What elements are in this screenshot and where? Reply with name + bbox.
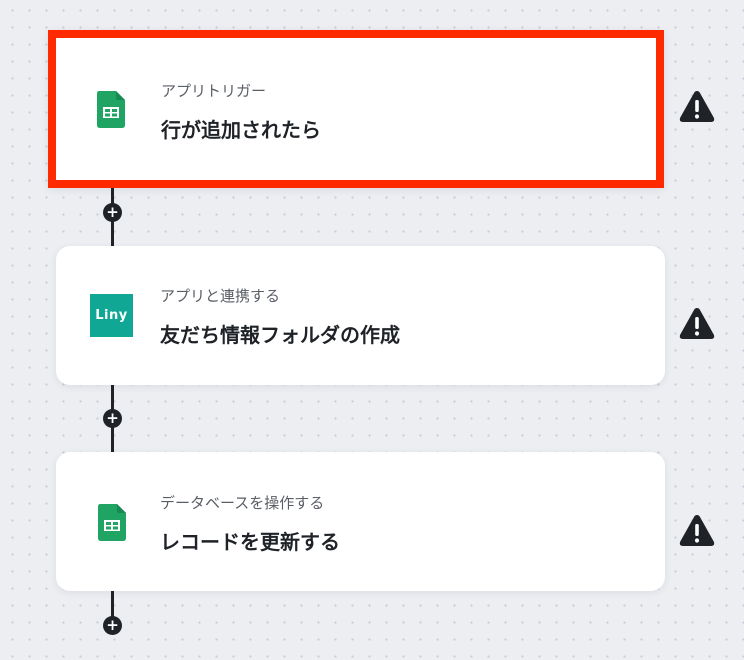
warning-triangle-icon[interactable] [678, 306, 716, 341]
add-step-button[interactable]: + [103, 616, 122, 635]
step-subtitle: データベースを操作する [160, 494, 325, 512]
step-subtitle: アプリトリガー [161, 82, 267, 100]
step-card-database[interactable]: データベースを操作する レコードを更新する [56, 452, 665, 591]
step-title: 友だち情報フォルダの作成 [160, 323, 400, 347]
warning-triangle-icon[interactable] [678, 513, 716, 548]
google-sheets-icon [97, 503, 127, 541]
step-subtitle: アプリと連携する [160, 287, 281, 305]
step-title: 行が追加されたら [161, 118, 321, 142]
liny-logo-text: Liny [90, 294, 133, 337]
liny-icon: Liny [90, 294, 133, 337]
warning-triangle-icon[interactable] [678, 89, 716, 124]
step-card-trigger[interactable]: アプリトリガー 行が追加されたら [48, 30, 664, 188]
add-step-button[interactable]: + [103, 409, 122, 428]
step-card-liny[interactable]: Liny アプリと連携する 友だち情報フォルダの作成 [56, 246, 665, 385]
add-step-button[interactable]: + [103, 203, 122, 222]
step-title: レコードを更新する [160, 530, 340, 554]
google-sheets-icon [96, 90, 126, 128]
